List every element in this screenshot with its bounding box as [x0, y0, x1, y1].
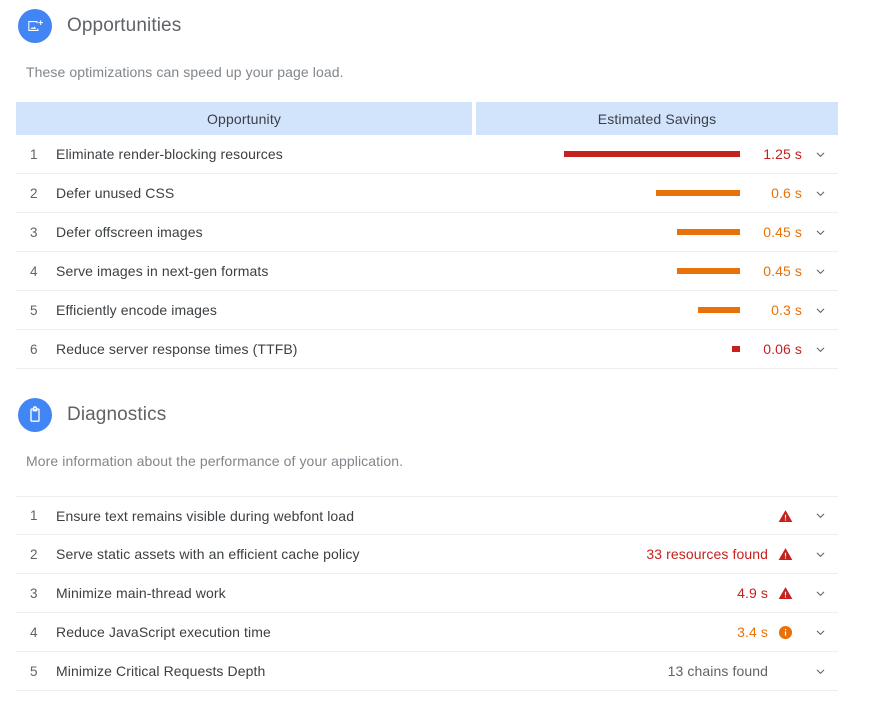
savings-bar [677, 268, 740, 274]
chevron-down-icon[interactable] [802, 626, 838, 639]
savings-value: 0.45 s [763, 263, 802, 279]
opportunities-table: Opportunity Estimated Savings 1 Eliminate… [16, 102, 838, 369]
row-index: 3 [30, 224, 38, 240]
diagnostic-label: Ensure text remains visible during webfo… [56, 507, 355, 524]
chevron-down-icon[interactable] [802, 304, 838, 317]
diagnostics-header: Diagnostics [0, 398, 878, 432]
diagnostic-value: 3.4 s [737, 624, 768, 640]
column-header-estimated-savings: Estimated Savings [476, 102, 838, 135]
opportunity-label: Defer unused CSS [56, 185, 175, 201]
savings-bar [698, 307, 740, 313]
opportunities-row-list: 1 Eliminate render-blocking resources 1.25… [16, 135, 838, 369]
info-circle-icon [768, 625, 802, 640]
diagnostic-label: Reduce JavaScript execution time [56, 624, 271, 640]
savings-cell: 0.6 s [564, 185, 838, 201]
savings-bar [656, 190, 740, 196]
row-index: 2 [30, 546, 38, 562]
opportunity-label: Defer offscreen images [56, 224, 203, 240]
savings-value: 0.06 s [763, 341, 802, 357]
table-row[interactable]: 2 Defer unused CSS 0.6 s [16, 174, 838, 213]
add-photo-icon [18, 9, 52, 43]
row-index: 5 [30, 663, 38, 679]
opportunities-description: These optimizations can speed up your pa… [26, 64, 344, 80]
chevron-down-icon[interactable] [802, 226, 838, 239]
opportunity-label: Eliminate render-blocking resources [56, 146, 283, 162]
opportunity-label: Reduce server response times (TTFB) [56, 341, 298, 357]
chevron-down-icon[interactable] [802, 665, 838, 678]
savings-cell: 1.25 s [564, 146, 838, 162]
chevron-down-icon[interactable] [802, 548, 838, 561]
diagnostic-label: Minimize main-thread work [56, 585, 226, 601]
table-row[interactable]: 3 Minimize main-thread work 4.9 s [16, 574, 838, 613]
table-row[interactable]: 2 Serve static assets with an efficient c… [16, 535, 838, 574]
savings-bar [677, 229, 740, 235]
table-row[interactable]: 1 Eliminate render-blocking resources 1.25… [16, 135, 838, 174]
opportunities-section: Opportunities These optimizations can sp… [0, 0, 878, 369]
warning-triangle-icon [768, 509, 802, 523]
chevron-down-icon[interactable] [802, 587, 838, 600]
opportunities-title: Opportunities [67, 15, 182, 36]
row-index: 2 [30, 185, 38, 201]
table-row[interactable]: 4 Serve images in next-gen formats 0.45 s [16, 252, 838, 291]
savings-cell: 0.3 s [564, 302, 838, 318]
table-row[interactable]: 4 Reduce JavaScript execution time 3.4 s [16, 613, 838, 652]
warning-triangle-icon [768, 586, 802, 600]
clipboard-icon [18, 398, 52, 432]
savings-value: 0.3 s [771, 302, 802, 318]
savings-bar-track [564, 306, 740, 315]
diagnostics-table: 1 Ensure text remains visible during webf… [16, 496, 838, 691]
savings-value: 0.6 s [771, 185, 802, 201]
savings-bar-track [564, 228, 740, 237]
row-index: 6 [30, 341, 38, 357]
table-row[interactable]: 6 Reduce server response times (TTFB) 0.06… [16, 330, 838, 369]
opportunity-label: Serve images in next-gen formats [56, 263, 269, 279]
savings-cell: 0.45 s [564, 224, 838, 240]
row-index: 5 [30, 302, 38, 318]
savings-bar-track [564, 189, 740, 198]
table-row[interactable]: 3 Defer offscreen images 0.45 s [16, 213, 838, 252]
chevron-down-icon[interactable] [802, 343, 838, 356]
diagnostics-row-list: 1 Ensure text remains visible during webf… [16, 496, 838, 691]
savings-cell: 0.06 s [564, 341, 838, 357]
savings-bar [564, 151, 740, 157]
row-index: 1 [30, 508, 38, 523]
diagnostics-description: More information about the performance o… [26, 453, 404, 469]
warning-triangle-icon [768, 547, 802, 561]
lighthouse-report-page: Opportunities These optimizations can sp… [0, 0, 878, 719]
savings-cell: 0.45 s [564, 263, 838, 279]
savings-bar [732, 346, 740, 352]
savings-bar-track [564, 150, 740, 159]
diagnostic-value: 13 chains found [667, 663, 768, 679]
diagnostic-label: Serve static assets with an efficient ca… [56, 546, 360, 562]
chevron-down-icon[interactable] [802, 265, 838, 278]
column-header-opportunity: Opportunity [16, 102, 472, 135]
savings-bar-track [564, 267, 740, 276]
table-row[interactable]: 1 Ensure text remains visible during webf… [16, 496, 838, 535]
savings-bar-track [564, 345, 740, 354]
table-row[interactable]: 5 Efficiently encode images 0.3 s [16, 291, 838, 330]
savings-value: 0.45 s [763, 224, 802, 240]
row-index: 4 [30, 624, 38, 640]
opportunities-header: Opportunities [0, 9, 878, 43]
diagnostic-value: 33 resources found [646, 546, 768, 562]
row-index: 1 [30, 146, 38, 162]
table-row[interactable]: 5 Minimize Critical Requests Depth 13 chai… [16, 652, 838, 691]
opportunities-table-header: Opportunity Estimated Savings [16, 102, 838, 135]
chevron-down-icon[interactable] [802, 148, 838, 161]
savings-value: 1.25 s [763, 146, 802, 162]
diagnostic-label: Minimize Critical Requests Depth [56, 663, 266, 679]
row-index: 3 [30, 585, 38, 601]
chevron-down-icon[interactable] [802, 509, 838, 522]
diagnostics-section: Diagnostics More information about the p… [0, 369, 878, 691]
chevron-down-icon[interactable] [802, 187, 838, 200]
diagnostics-title: Diagnostics [67, 404, 167, 425]
row-index: 4 [30, 263, 38, 279]
opportunity-label: Efficiently encode images [56, 302, 217, 318]
diagnostic-value: 4.9 s [737, 585, 768, 601]
